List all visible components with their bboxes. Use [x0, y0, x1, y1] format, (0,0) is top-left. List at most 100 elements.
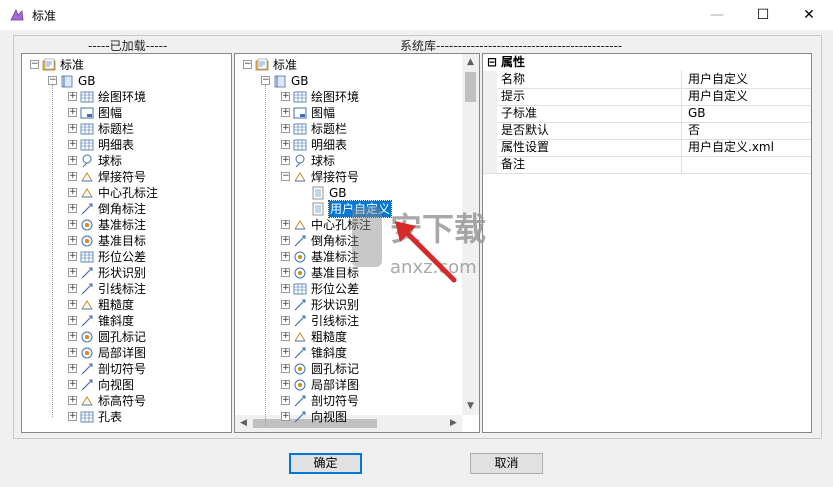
- folder-icon: [255, 58, 269, 72]
- scroll-down-icon[interactable]: ▼: [462, 398, 479, 415]
- expand-icon[interactable]: +: [281, 108, 290, 117]
- collapse-icon[interactable]: −: [48, 76, 57, 85]
- library-vscrollbar[interactable]: ▲ ▼: [462, 54, 479, 415]
- tree-item-label: 标高符号: [98, 394, 147, 408]
- property-value[interactable]: 用户自定义: [688, 71, 748, 88]
- minimize-button[interactable]: —: [694, 0, 740, 30]
- maximize-button[interactable]: ☐: [740, 0, 786, 30]
- property-value[interactable]: 用户自定义.xml: [688, 139, 774, 156]
- property-value[interactable]: 否: [688, 122, 700, 139]
- expand-icon[interactable]: +: [281, 156, 290, 165]
- expand-icon[interactable]: +: [68, 396, 77, 405]
- sym-icon: [80, 394, 94, 408]
- cancel-button[interactable]: 取消: [470, 453, 543, 474]
- tree-item-label: 球标: [311, 154, 336, 168]
- tree-connector: [52, 85, 53, 417]
- scroll-up-icon[interactable]: ▲: [462, 54, 479, 71]
- expand-icon[interactable]: +: [68, 252, 77, 261]
- expand-icon[interactable]: +: [281, 92, 290, 101]
- row-gutter: [483, 122, 497, 139]
- expand-icon[interactable]: +: [281, 236, 290, 245]
- expand-icon[interactable]: +: [281, 284, 290, 293]
- expand-icon[interactable]: +: [68, 300, 77, 309]
- property-value[interactable]: 用户自定义: [688, 88, 748, 105]
- expand-icon[interactable]: +: [68, 140, 77, 149]
- expand-icon[interactable]: +: [68, 284, 77, 293]
- line-icon: [293, 346, 307, 360]
- sheet-icon: [293, 106, 307, 120]
- expand-icon[interactable]: +: [68, 188, 77, 197]
- collapse-icon[interactable]: −: [261, 76, 270, 85]
- expand-icon[interactable]: +: [68, 124, 77, 133]
- grid-icon: [80, 410, 94, 424]
- tree-item-label: 明细表: [311, 138, 348, 152]
- target-icon: [293, 266, 307, 280]
- expand-icon[interactable]: +: [68, 412, 77, 421]
- collapse-icon[interactable]: ⊟: [487, 54, 497, 70]
- expand-icon[interactable]: +: [68, 268, 77, 277]
- tree-item-label: 标准: [60, 58, 85, 72]
- expand-icon[interactable]: +: [281, 316, 290, 325]
- scroll-right-icon[interactable]: ▶: [445, 415, 462, 432]
- tree-item-label: 孔表: [98, 410, 123, 424]
- expand-icon[interactable]: +: [68, 316, 77, 325]
- ok-button[interactable]: 确定: [289, 453, 362, 474]
- line-icon: [80, 282, 94, 296]
- doc-icon: [311, 186, 325, 200]
- grid-icon: [80, 90, 94, 104]
- row-gutter: [483, 71, 497, 88]
- line-icon: [293, 234, 307, 248]
- expand-icon[interactable]: +: [281, 268, 290, 277]
- expand-icon[interactable]: +: [281, 140, 290, 149]
- property-row[interactable]: 提示 用户自定义: [483, 88, 811, 106]
- collapse-icon[interactable]: −: [243, 60, 252, 69]
- collapse-icon[interactable]: −: [30, 60, 39, 69]
- scroll-left-icon[interactable]: ◀: [235, 415, 252, 432]
- property-row[interactable]: 名称 用户自定义: [483, 71, 811, 89]
- expand-icon[interactable]: +: [68, 380, 77, 389]
- property-row[interactable]: 备注: [483, 156, 811, 174]
- tree-connector: [265, 85, 266, 425]
- target-icon: [80, 346, 94, 360]
- property-key: 提示: [501, 88, 682, 105]
- expand-icon[interactable]: +: [68, 332, 77, 341]
- window-title: 标准: [32, 9, 57, 23]
- expand-icon[interactable]: +: [281, 380, 290, 389]
- close-button[interactable]: ✕: [786, 0, 832, 30]
- expand-icon[interactable]: +: [281, 332, 290, 341]
- expand-icon[interactable]: +: [68, 236, 77, 245]
- expand-icon[interactable]: +: [68, 172, 77, 181]
- tree-item-label: 焊接符号: [98, 170, 147, 184]
- expand-icon[interactable]: +: [281, 396, 290, 405]
- line-icon: [293, 410, 307, 424]
- property-row[interactable]: 是否默认否: [483, 122, 811, 140]
- property-header[interactable]: ⊟ 属性: [483, 54, 811, 70]
- expand-icon[interactable]: +: [68, 348, 77, 357]
- expand-icon[interactable]: +: [68, 156, 77, 165]
- expand-icon[interactable]: +: [281, 364, 290, 373]
- property-row[interactable]: 子标准 GB: [483, 105, 811, 123]
- property-value[interactable]: GB: [688, 105, 706, 122]
- expand-icon[interactable]: +: [281, 348, 290, 357]
- loaded-tree[interactable]: − 标准 − GB + 绘图环境 + 图幅 + 标题栏 + 明细表 + 球标 + 焊接符号 + 中心孔标注 + 倒角标…: [21, 53, 232, 433]
- tree-item-label: 引线标注: [98, 282, 147, 296]
- tree-item-label: GB: [291, 74, 309, 88]
- expand-icon[interactable]: +: [281, 252, 290, 261]
- expand-icon[interactable]: +: [68, 204, 77, 213]
- expand-icon[interactable]: +: [281, 220, 290, 229]
- tree-item-label: 形位公差: [311, 282, 360, 296]
- expand-icon[interactable]: +: [68, 364, 77, 373]
- expand-icon[interactable]: +: [281, 124, 290, 133]
- expand-icon[interactable]: +: [281, 412, 290, 421]
- expand-icon[interactable]: +: [281, 300, 290, 309]
- expand-icon[interactable]: +: [68, 108, 77, 117]
- tree-item-label: GB: [329, 186, 347, 200]
- library-hscrollbar[interactable]: ◀ ▶: [235, 415, 462, 432]
- expand-icon[interactable]: +: [68, 92, 77, 101]
- property-row[interactable]: 属性设置 用户自定义.xml: [483, 139, 811, 157]
- tree-item-label: 基准标注: [311, 250, 360, 264]
- scroll-thumb[interactable]: [465, 72, 476, 102]
- sym-icon: [293, 218, 307, 232]
- collapse-icon[interactable]: −: [281, 172, 290, 181]
- expand-icon[interactable]: +: [68, 220, 77, 229]
